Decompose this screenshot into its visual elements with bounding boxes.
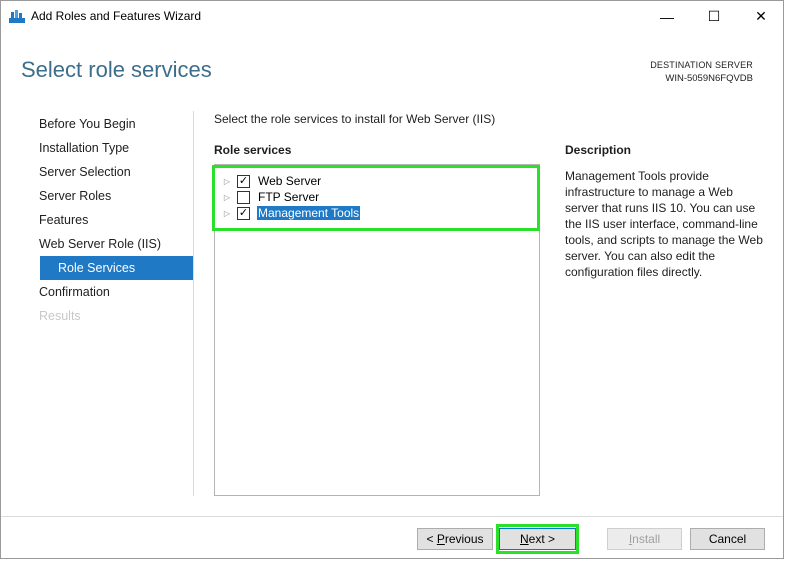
- next-rest: ext >: [528, 532, 556, 546]
- previous-accel: P: [436, 532, 445, 546]
- destination-server-name: WIN-5059N6FQVDB: [665, 73, 753, 84]
- expand-arrow-icon[interactable]: ▷: [223, 177, 231, 186]
- minimize-button[interactable]: —: [644, 1, 690, 32]
- description-text: Management Tools provide infrastructure …: [565, 169, 763, 279]
- nav-item-role-services[interactable]: Role Services: [40, 256, 193, 280]
- role-services-tree[interactable]: ▷ ✓ Web Server ▷ FTP Server ▷ ✓ Manageme…: [214, 164, 540, 496]
- nav-item-confirmation[interactable]: Confirmation: [39, 280, 193, 304]
- page-title: Select role services: [21, 57, 212, 82]
- destination-server-info: DESTINATION SERVER WIN-5059N6FQVDB: [650, 58, 753, 86]
- window-title: Add Roles and Features Wizard: [31, 9, 202, 23]
- title-bar[interactable]: Add Roles and Features Wizard — ☐ ✕: [1, 1, 783, 32]
- maximize-button[interactable]: ☐: [691, 1, 737, 32]
- previous-button[interactable]: < Previous: [417, 528, 493, 550]
- close-button[interactable]: ✕: [738, 1, 784, 32]
- tree-row-label: FTP Server: [258, 190, 320, 204]
- tree-row-label: Management Tools: [257, 206, 361, 220]
- install-button: Install: [607, 528, 682, 550]
- tree-row-label: Web Server: [258, 174, 322, 188]
- web-server-checkbox[interactable]: ✓: [237, 174, 250, 188]
- wizard-window: Add Roles and Features Wizard — ☐ ✕ Sele…: [0, 0, 784, 559]
- expand-arrow-icon[interactable]: ▷: [223, 193, 231, 202]
- instruction-text: Select the role services to install for …: [214, 112, 496, 126]
- cancel-button[interactable]: Cancel: [690, 528, 765, 550]
- tree-row-web-server[interactable]: ▷ ✓ Web Server: [223, 173, 322, 189]
- tree-row-ftp-server[interactable]: ▷ FTP Server: [223, 189, 320, 205]
- previous-rest: revious: [444, 532, 484, 546]
- management-tools-checkbox[interactable]: ✓: [237, 206, 250, 220]
- expand-arrow-icon[interactable]: ▷: [223, 209, 231, 218]
- nav-item-results: Results: [39, 309, 81, 323]
- nav-item-installation-type[interactable]: Installation Type: [39, 136, 193, 160]
- description-header: Description: [565, 143, 632, 157]
- install-rest: nstall: [632, 532, 661, 546]
- nav-divider: [193, 111, 194, 496]
- nav-item-server-selection[interactable]: Server Selection: [39, 160, 193, 184]
- server-manager-icon: [9, 10, 25, 23]
- nav-item-features[interactable]: Features: [39, 208, 193, 232]
- role-services-header: Role services: [214, 143, 292, 157]
- nav-item-before-you-begin[interactable]: Before You Begin: [39, 112, 193, 136]
- previous-prefix: <: [426, 532, 437, 546]
- nav-item-server-roles[interactable]: Server Roles: [39, 184, 193, 208]
- next-accel: N: [519, 532, 529, 546]
- destination-label: DESTINATION SERVER: [650, 60, 753, 70]
- wizard-nav: Before You Begin Installation Type Serve…: [39, 112, 193, 328]
- tree-row-management-tools[interactable]: ▷ ✓ Management Tools: [223, 205, 361, 221]
- next-button[interactable]: Next >: [499, 528, 576, 550]
- ftp-server-checkbox[interactable]: [237, 190, 250, 204]
- footer-divider: [1, 516, 783, 517]
- nav-item-web-server-role[interactable]: Web Server Role (IIS): [39, 232, 193, 256]
